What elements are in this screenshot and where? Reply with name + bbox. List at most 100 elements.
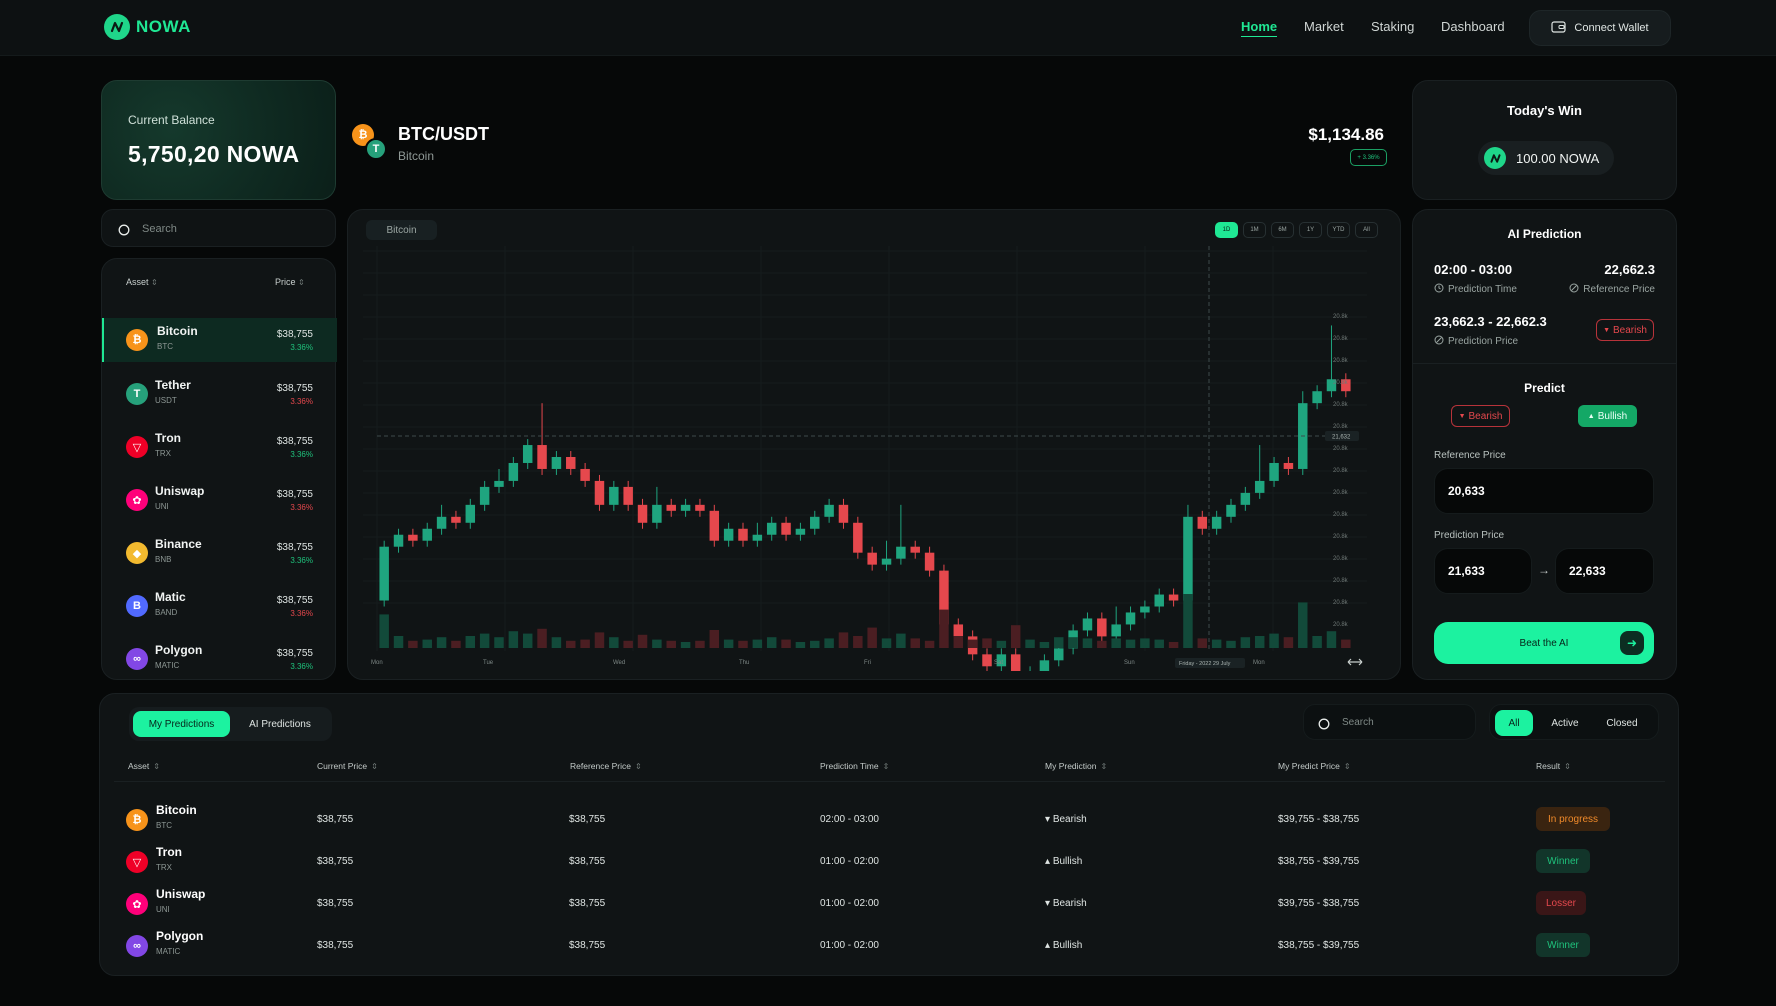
volume-bar [853,636,863,648]
asset-list: Asset ⇕ Price ⇕ ₿ Bitcoin BTC $38,755 3.36% T… [101,258,337,681]
table-row[interactable]: ✿ Uniswap UNI $38,755 $38,755 01:00 - 02:00 ▾ … [100,885,1680,923]
asset-price: $38,755 [276,383,313,394]
prediction-price-from-input[interactable]: 21,633 [1434,548,1532,594]
asset-row-tron[interactable]: ▽ Tron TRX $38,755 3.36% [102,425,337,469]
todays-win-pill: 100.00 NOWA [1478,141,1614,175]
table-row[interactable]: ∞ Polygon MATIC $38,755 $38,755 01:00 - 02:00… [100,927,1680,965]
x-tick-label: Wed [613,660,625,666]
tab-ai-predictions[interactable]: AI Predictions [232,711,328,737]
volume-bar [680,642,691,648]
top-nav: NOWA Home Market Staking Dashboard Conne… [0,0,1776,56]
my-prediction: ▴ Bullish [1045,856,1083,867]
expand-icon[interactable] [1347,658,1363,666]
my-predict-price: $38,755 - $39,755 [1278,856,1360,867]
column-header-current-price[interactable]: Current Price ⇕ [317,761,378,771]
caret-up-icon: ▴ [1045,856,1053,867]
candle-body [1111,624,1121,637]
volume-bar [637,634,648,648]
bearish-button[interactable]: ▼ Bearish [1451,405,1510,427]
my-prediction: ▾ Bearish [1045,814,1087,825]
ai-prediction-panel: AI Prediction 02:00 - 03:00 Prediction T… [1412,209,1677,680]
table-row[interactable]: ▽ Tron TRX $38,755 $38,755 01:00 - 02:00 ▴ Bul… [100,843,1680,881]
asset-change: 3.36% [290,662,313,671]
volume-bar [695,640,705,648]
filter-closed[interactable]: Closed [1596,710,1648,736]
asset-name: Tron [155,431,181,445]
asset-row-tether[interactable]: T Tether USDT $38,755 3.36% [102,372,337,416]
prediction-time: 01:00 - 02:00 [820,898,879,909]
volume-bar [436,637,447,648]
asset-name: Uniswap [156,887,206,901]
caret-down-icon: ▼ [1603,326,1611,334]
column-header-my-prediction[interactable]: My Prediction ⇕ [1045,761,1107,771]
bullish-button[interactable]: ▲ Bullish [1578,405,1637,427]
table-row[interactable]: ₿ Bitcoin BTC $38,755 $38,755 02:00 - 03:00 ▾ … [100,801,1680,839]
volume-bar [408,640,418,648]
y-tick-label: 20.8k [1333,402,1349,408]
table-header-divider [114,781,1665,782]
volume-bar [652,639,662,648]
prediction-price-to-input[interactable]: 22,633 [1555,548,1654,594]
tab-my-predictions[interactable]: My Predictions [133,711,230,737]
sort-icon: ⇕ [634,761,642,771]
predictions-search[interactable]: Search [1303,704,1476,740]
column-header-reference-price[interactable]: Reference Price ⇕ [570,761,642,771]
asset-change: 3.36% [290,397,313,406]
connect-wallet-button[interactable]: Connect Wallet [1529,10,1671,46]
volume-bar [537,628,547,648]
filter-all[interactable]: All [1495,710,1533,736]
search-placeholder: Search [142,223,177,235]
current-price: $38,755 [317,814,354,825]
x-tick-label: Thu [739,660,749,666]
range-button-1d[interactable]: 1D [1215,222,1238,238]
nav-link-home[interactable]: Home [1241,19,1278,37]
candle-body [494,480,504,487]
reference-price-input[interactable]: 20,633 [1434,468,1654,514]
range-button-6m[interactable]: 6M [1271,222,1294,238]
nowa-token-icon [1484,147,1506,169]
column-header-result[interactable]: Result ⇕ [1536,761,1571,771]
range-button-all[interactable]: All [1355,222,1378,238]
volume-bar [580,639,590,648]
range-button-ytd[interactable]: YTD [1327,222,1350,238]
column-header-prediction-time[interactable]: Prediction Time ⇕ [820,761,889,771]
asset-change: 3.36% [290,343,313,352]
column-header-asset[interactable]: Asset ⇕ [128,761,160,771]
volume-bar [781,639,791,648]
crosshair-time: Friday - 2022 29 July [1179,661,1231,667]
todays-win-value: 100.00 NOWA [1516,150,1600,166]
reference-price-field-label: Reference Price [1434,450,1506,461]
beat-the-ai-button[interactable]: Beat the AI ➜ [1434,622,1654,664]
volume-bar [1211,639,1222,648]
uniswap-icon: ✿ [126,893,148,915]
asset-row-bitcoin[interactable]: ₿ Bitcoin BTC $38,755 3.36% [102,318,337,362]
range-button-1m[interactable]: 1M [1243,222,1266,238]
range-button-1y[interactable]: 1Y [1299,222,1322,238]
volume-bar [1326,631,1337,648]
candlestick-chart[interactable]: 20.8k 20.8k 20.8k 20.8k 20.8k 20.8k 20.8k 20.8k… [363,246,1387,671]
asset-row-polygon[interactable]: ∞ Polygon MATIC $38,755 3.36% [102,637,337,681]
asset-column-header[interactable]: Asset ⇕ [126,277,158,287]
price-column-header[interactable]: Price ⇕ [275,277,305,287]
filter-active[interactable]: Active [1540,710,1590,736]
asset-symbol: BNB [155,555,172,564]
candle-body [1312,391,1322,404]
asset-search[interactable]: Search [101,209,336,247]
volume-bar [1341,639,1351,648]
chart-asset-tag: Bitcoin [366,220,437,240]
search-placeholder: Search [1342,717,1374,728]
nav-link-market[interactable]: Market [1304,19,1344,34]
y-tick-label: 20.8k [1333,578,1349,584]
column-header-my-predict-price[interactable]: My Predict Price ⇕ [1278,761,1351,771]
candle-body [422,528,432,541]
asset-row-binance[interactable]: ◆ Binance BNB $38,755 3.36% [102,531,337,575]
brand-logo[interactable]: NOWA [104,14,191,40]
asset-row-matic[interactable]: B Matic BAND $38,755 3.36% [102,584,337,628]
candle-body [551,457,562,469]
asset-name: Matic [155,590,186,604]
nav-link-staking[interactable]: Staking [1371,19,1414,34]
nav-link-dashboard[interactable]: Dashboard [1441,19,1505,34]
asset-row-uniswap[interactable]: ✿ Uniswap UNI $38,755 3.36% [102,478,337,522]
candle-body [982,654,992,667]
volume-bar [508,631,519,648]
